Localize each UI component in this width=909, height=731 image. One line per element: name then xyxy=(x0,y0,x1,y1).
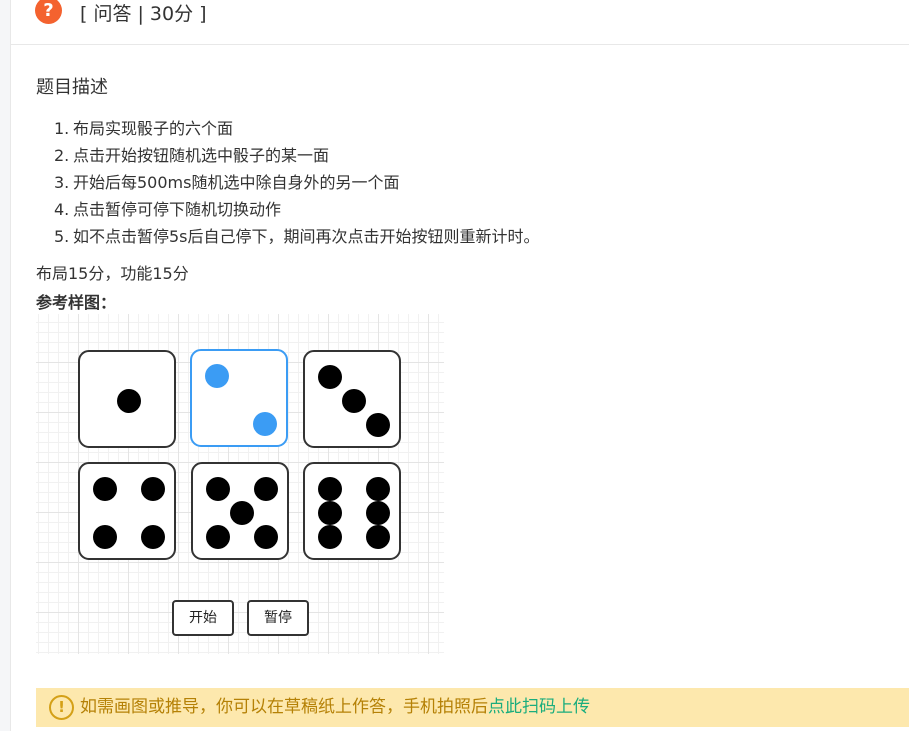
die-pip xyxy=(141,525,165,549)
list-item: 3. 开始后每500ms随机选中除自身外的另一个面 xyxy=(54,169,540,196)
die-pip xyxy=(253,412,277,436)
die-pip xyxy=(254,525,278,549)
list-item-number: 4. xyxy=(54,200,70,219)
list-item: 4. 点击暂停可停下随机切换动作 xyxy=(54,196,540,223)
start-button[interactable]: 开始 xyxy=(172,600,234,636)
die-face-6 xyxy=(303,462,401,560)
die-pip xyxy=(366,525,390,549)
die-face-5 xyxy=(191,462,289,560)
die-pip xyxy=(206,477,230,501)
tip-bar: ! 如需画图或推导，你可以在草稿纸上作答，手机拍照后点此扫码上传 xyxy=(36,688,909,727)
die-face-1 xyxy=(78,350,176,448)
question-mark-icon: ? xyxy=(35,0,62,24)
die-pip xyxy=(206,525,230,549)
left-sidebar-strip xyxy=(0,0,11,731)
list-item: 2. 点击开始按钮随机选中骰子的某一面 xyxy=(54,142,540,169)
list-item: 5. 如不点击暂停5s后自己停下，期间再次点击开始按钮则重新计时。 xyxy=(54,223,540,250)
tip-text: 如需画图或推导，你可以在草稿纸上作答，手机拍照后点此扫码上传 xyxy=(80,695,590,719)
reference-title: 参考样图： xyxy=(36,293,117,312)
pause-button[interactable]: 暂停 xyxy=(247,600,309,636)
list-item-text: 开始后每500ms随机选中除自身外的另一个面 xyxy=(73,173,400,192)
list-item-text: 布局实现骰子的六个面 xyxy=(73,119,234,138)
list-item-number: 5. xyxy=(54,227,70,246)
die-pip xyxy=(366,477,390,501)
die-pip xyxy=(318,477,342,501)
die-pip xyxy=(230,501,254,525)
list-item-number: 1. xyxy=(54,119,70,138)
sample-figure-image: 开始 暂停 xyxy=(36,314,444,654)
list-item-text: 如不点击暂停5s后自己停下，期间再次点击开始按钮则重新计时。 xyxy=(73,227,540,246)
die-pip xyxy=(93,477,117,501)
question-type-label: [ 问答 | 30分 ] xyxy=(80,3,207,25)
list-item-number: 3. xyxy=(54,173,70,192)
die-pip xyxy=(117,389,141,413)
scan-upload-link[interactable]: 点此扫码上传 xyxy=(488,697,590,717)
die-pip xyxy=(318,501,342,525)
question-header: ? [ 问答 | 30分 ] xyxy=(11,0,909,45)
section-title: 题目描述 xyxy=(36,77,108,98)
die-pip xyxy=(366,413,390,437)
die-face-2 xyxy=(190,349,288,447)
requirements-list: 1. 布局实现骰子的六个面 2. 点击开始按钮随机选中骰子的某一面 3. 开始后每50… xyxy=(54,115,540,250)
die-pip xyxy=(366,501,390,525)
list-item-number: 2. xyxy=(54,146,70,165)
die-face-3 xyxy=(303,350,401,448)
score-breakdown: 布局15分，功能15分 xyxy=(36,264,189,283)
list-item-text: 点击暂停可停下随机切换动作 xyxy=(73,200,282,219)
die-pip xyxy=(93,525,117,549)
die-face-4 xyxy=(78,462,176,560)
exclamation-circle-icon: ! xyxy=(49,695,74,720)
die-pip xyxy=(141,477,165,501)
die-pip xyxy=(318,365,342,389)
list-item-text: 点击开始按钮随机选中骰子的某一面 xyxy=(73,146,330,165)
tip-message: 如需画图或推导，你可以在草稿纸上作答，手机拍照后 xyxy=(80,697,488,717)
die-pip xyxy=(342,389,366,413)
list-item: 1. 布局实现骰子的六个面 xyxy=(54,115,540,142)
die-pip xyxy=(254,477,278,501)
die-pip xyxy=(318,525,342,549)
die-pip xyxy=(205,364,229,388)
